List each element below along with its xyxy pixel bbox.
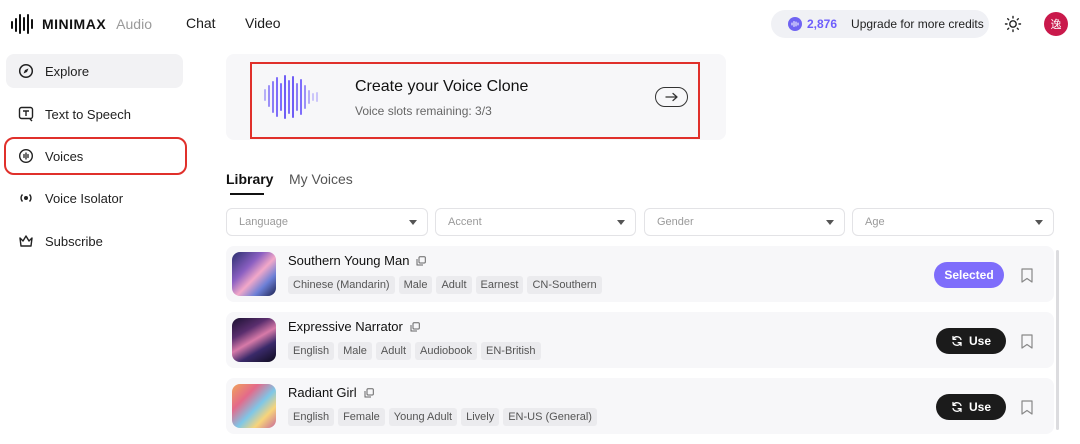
tag: Lively <box>461 408 500 426</box>
voice-name: Expressive Narrator <box>288 319 420 334</box>
voice-thumbnail <box>232 384 276 428</box>
voice-thumbnail <box>232 252 276 296</box>
tag: Earnest <box>475 276 524 294</box>
filter-placeholder: Age <box>865 216 885 228</box>
sidebar-item-label: Voices <box>45 148 84 164</box>
sidebar-item-voice-isolator[interactable]: Voice Isolator <box>6 181 183 215</box>
chevron-down-icon <box>1035 219 1043 225</box>
copy-icon[interactable] <box>364 387 374 398</box>
voice-tags: Chinese (Mandarin) Male Adult Earnest CN… <box>288 276 602 294</box>
waveform-icon <box>264 75 318 119</box>
use-button[interactable]: Use <box>936 328 1006 354</box>
sidebar-item-label: Voice Isolator <box>45 190 124 206</box>
text-to-speech-icon <box>18 106 34 122</box>
bookmark-icon[interactable] <box>1021 268 1033 283</box>
chevron-down-icon <box>826 219 834 225</box>
chevron-down-icon <box>617 219 625 225</box>
filter-placeholder: Gender <box>657 216 694 228</box>
active-tab-underline <box>230 193 264 195</box>
use-button[interactable]: Use <box>936 394 1006 420</box>
nav-video[interactable]: Video <box>245 15 281 31</box>
tag: Audiobook <box>415 342 477 360</box>
theme-toggle-sun-icon[interactable] <box>1004 15 1022 33</box>
tag: English <box>288 408 335 426</box>
minimax-logo-icon <box>11 14 33 34</box>
voice-row-southern-young-man[interactable]: Southern Young Man Chinese (Mandarin) Ma… <box>226 246 1054 302</box>
scrollbar[interactable] <box>1056 250 1059 430</box>
filter-placeholder: Accent <box>448 216 482 228</box>
tag: Young Adult <box>388 408 458 426</box>
selected-button[interactable]: Selected <box>934 262 1004 288</box>
chevron-down-icon <box>409 219 417 225</box>
refresh-icon <box>952 335 962 347</box>
copy-icon[interactable] <box>416 255 427 266</box>
voice-icon <box>18 148 34 164</box>
voice-row-expressive-narrator[interactable]: Expressive Narrator English Male Adult A… <box>226 312 1054 368</box>
voice-name-text: Southern Young Man <box>288 253 410 268</box>
use-label: Use <box>968 334 991 348</box>
product-name[interactable]: Audio <box>116 16 152 32</box>
filter-placeholder: Language <box>239 216 288 228</box>
tag: Adult <box>375 342 411 360</box>
tag: Adult <box>436 276 472 294</box>
tab-library[interactable]: Library <box>226 171 273 187</box>
sidebar-item-explore[interactable]: Explore <box>6 54 183 88</box>
arrow-right-icon <box>664 92 678 102</box>
brand-name: MINIMAX <box>42 16 107 32</box>
tag: EN-US (General) <box>503 408 597 426</box>
language-filter[interactable]: Language <box>226 208 428 236</box>
tag: CN-Southern <box>527 276 602 294</box>
copy-icon[interactable] <box>410 321 420 332</box>
sidebar-item-subscribe[interactable]: Subscribe <box>6 224 183 258</box>
sidebar-item-text-to-speech[interactable]: Text to Speech <box>6 97 183 131</box>
compass-icon <box>18 63 34 79</box>
sidebar-item-label: Explore <box>45 63 90 79</box>
age-filter[interactable]: Age <box>852 208 1054 236</box>
nav-chat[interactable]: Chat <box>186 15 216 31</box>
user-avatar[interactable]: 逸 <box>1044 12 1068 36</box>
create-clone-button[interactable] <box>655 87 688 107</box>
tag: English <box>288 342 335 360</box>
bookmark-icon[interactable] <box>1021 400 1033 415</box>
upgrade-link[interactable]: Upgrade for more credits <box>851 17 984 31</box>
voice-row-radiant-girl[interactable]: Radiant Girl English Female Young Adult … <box>226 378 1054 434</box>
tag: Chinese (Mandarin) <box>288 276 395 294</box>
voice-name: Southern Young Man <box>288 253 427 268</box>
use-label: Use <box>968 400 991 414</box>
bookmark-icon[interactable] <box>1021 334 1033 349</box>
tab-my-voices[interactable]: My Voices <box>289 171 353 187</box>
credits-amount: 2,876 <box>807 17 838 31</box>
crown-icon <box>19 235 33 247</box>
voice-name: Radiant Girl <box>288 385 374 400</box>
accent-filter[interactable]: Accent <box>435 208 636 236</box>
voice-name-text: Radiant Girl <box>288 385 357 400</box>
voice-slots-remaining: Voice slots remaining: 3/3 <box>355 104 492 118</box>
tag: Male <box>398 276 433 294</box>
tag: EN-British <box>481 342 541 360</box>
refresh-icon <box>952 401 962 413</box>
voice-tags: English Male Adult Audiobook EN-British <box>288 342 541 360</box>
isolator-icon <box>20 194 32 202</box>
sidebar-item-label: Subscribe <box>45 233 103 249</box>
brand-logo[interactable]: MINIMAX Audio <box>10 12 152 36</box>
credits-icon <box>788 17 802 31</box>
sidebar-item-voices[interactable]: Voices <box>4 137 187 175</box>
top-bar: MINIMAX Audio Chat Video 2,876 Upgrade f… <box>0 0 1080 48</box>
voice-thumbnail <box>232 318 276 362</box>
tag: Male <box>338 342 372 360</box>
voice-tags: English Female Young Adult Lively EN-US … <box>288 408 597 426</box>
gender-filter[interactable]: Gender <box>644 208 845 236</box>
voice-name-text: Expressive Narrator <box>288 319 403 334</box>
tag: Female <box>338 408 385 426</box>
sidebar-item-label: Text to Speech <box>45 106 131 122</box>
banner-title: Create your Voice Clone <box>355 78 529 95</box>
credits-badge[interactable]: 2,876 Upgrade for more credits <box>771 10 989 38</box>
